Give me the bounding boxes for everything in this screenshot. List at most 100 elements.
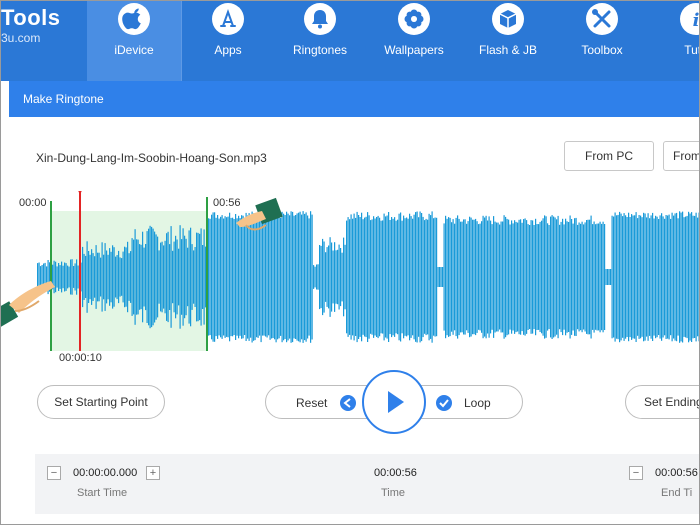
waveform-bar bbox=[94, 256, 96, 298]
waveform-bar bbox=[170, 226, 172, 328]
waveform-bar bbox=[566, 221, 568, 333]
waveform-bar bbox=[383, 213, 385, 341]
reset-icon[interactable] bbox=[340, 395, 356, 411]
waveform-bar bbox=[325, 252, 327, 302]
waveform-bar bbox=[343, 237, 345, 317]
waveform-bar bbox=[548, 225, 550, 330]
nav-flash-jb[interactable]: Flash & JB bbox=[461, 1, 555, 81]
waveform-bar bbox=[622, 216, 624, 338]
waveform-bar bbox=[91, 249, 93, 305]
waveform-bar bbox=[134, 229, 136, 325]
start-time-increment-button[interactable]: + bbox=[146, 466, 160, 480]
nav-ringtones[interactable]: Ringtones bbox=[273, 1, 367, 81]
waveform-bar bbox=[202, 245, 204, 309]
start-time-decrement-button[interactable]: − bbox=[47, 466, 61, 480]
loop-button[interactable]: Loop bbox=[464, 396, 491, 410]
waveform-bar bbox=[214, 212, 216, 342]
waveform-bar bbox=[434, 217, 436, 337]
waveform-bar bbox=[280, 218, 282, 336]
waveform-bar bbox=[194, 247, 196, 307]
waveform-bar bbox=[86, 241, 88, 313]
waveform-bar bbox=[199, 233, 201, 321]
waveform-bar bbox=[467, 221, 469, 333]
waveform-bar bbox=[166, 233, 168, 321]
from-device-button[interactable]: From bbox=[663, 141, 699, 171]
waveform-bar bbox=[221, 215, 223, 339]
waveform-bar bbox=[229, 212, 231, 342]
waveform-bar bbox=[691, 212, 693, 342]
waveform-bar bbox=[496, 222, 498, 332]
waveform-bar bbox=[502, 221, 504, 333]
waveform-bar bbox=[292, 211, 294, 343]
waveform-bar bbox=[314, 266, 316, 288]
waveform-bar bbox=[254, 213, 256, 341]
waveform-bar bbox=[542, 218, 544, 336]
waveform-bar bbox=[67, 265, 69, 289]
waveform-bar bbox=[284, 215, 286, 339]
waveform-bar bbox=[472, 219, 474, 335]
waveform-bar bbox=[487, 220, 489, 334]
nav-idevice[interactable]: iDevice bbox=[87, 1, 181, 81]
waveform-bar bbox=[505, 216, 507, 338]
play-button[interactable] bbox=[362, 370, 426, 434]
waveform-bar bbox=[248, 213, 250, 341]
waveform-bar bbox=[211, 214, 213, 340]
waveform-bar bbox=[499, 224, 501, 330]
waveform-bar bbox=[682, 211, 684, 343]
waveform-bar bbox=[569, 215, 571, 339]
waveform-bar bbox=[416, 211, 418, 343]
waveform-bar bbox=[322, 238, 324, 316]
waveform-bar bbox=[124, 246, 126, 308]
waveform-bar bbox=[686, 215, 688, 339]
nav-apps[interactable]: Apps bbox=[181, 1, 275, 81]
waveform-bar bbox=[77, 265, 79, 289]
loop-icon[interactable] bbox=[436, 395, 452, 411]
set-ending-point-button[interactable]: Set Ending bbox=[625, 385, 699, 419]
from-pc-button[interactable]: From PC bbox=[564, 141, 654, 171]
nav-wallpapers[interactable]: Wallpapers bbox=[367, 1, 461, 81]
waveform-editor[interactable] bbox=[1, 191, 699, 351]
reset-button[interactable]: Reset bbox=[296, 396, 327, 410]
end-time-value[interactable]: 00:00:56 bbox=[655, 467, 698, 479]
waveform-bar bbox=[515, 221, 517, 333]
waveform-bar bbox=[412, 218, 414, 336]
waveform-bar bbox=[571, 219, 573, 335]
nav-toolbox[interactable]: Toolbox bbox=[555, 1, 649, 81]
waveform-bar bbox=[182, 228, 184, 326]
waveform-bar bbox=[100, 257, 102, 297]
waveform-bar bbox=[98, 252, 100, 302]
waveform-bar bbox=[623, 213, 625, 341]
start-time-value[interactable]: 00:00:00.000 bbox=[73, 467, 137, 479]
waveform-bar bbox=[673, 215, 675, 339]
waveform-bar bbox=[667, 215, 669, 339]
waveform-bar bbox=[341, 252, 343, 302]
waveform-bar bbox=[101, 242, 103, 312]
waveform-bar bbox=[271, 215, 273, 339]
waveform-bar bbox=[283, 213, 285, 341]
waveform-bar bbox=[524, 218, 526, 336]
waveform-bar bbox=[116, 255, 118, 300]
waveform-bar bbox=[565, 218, 567, 336]
waveform-bar bbox=[287, 213, 289, 341]
waveform-bar bbox=[121, 258, 123, 296]
waveform-bar bbox=[196, 232, 198, 322]
waveform-bar bbox=[437, 267, 439, 287]
end-time-decrement-button[interactable]: − bbox=[629, 466, 643, 480]
waveform-bar bbox=[680, 212, 682, 342]
waveform-bar bbox=[374, 218, 376, 336]
waveform-bar bbox=[295, 215, 297, 339]
waveform-bar bbox=[641, 217, 643, 337]
waveform-bar bbox=[290, 211, 292, 343]
waveform-bar bbox=[184, 235, 186, 319]
waveform-bar bbox=[388, 212, 390, 342]
waveform-bar bbox=[448, 217, 450, 337]
waveform-bar bbox=[493, 216, 495, 338]
nav-tutorials[interactable]: i Tuto bbox=[649, 1, 699, 81]
waveform-bar bbox=[455, 217, 457, 337]
waveform-bar bbox=[649, 218, 651, 336]
waveform-bar bbox=[419, 211, 421, 343]
set-starting-point-button[interactable]: Set Starting Point bbox=[37, 385, 165, 419]
waveform-bar bbox=[436, 217, 438, 337]
waveform-bar bbox=[509, 224, 511, 330]
waveform-bar bbox=[58, 263, 60, 291]
